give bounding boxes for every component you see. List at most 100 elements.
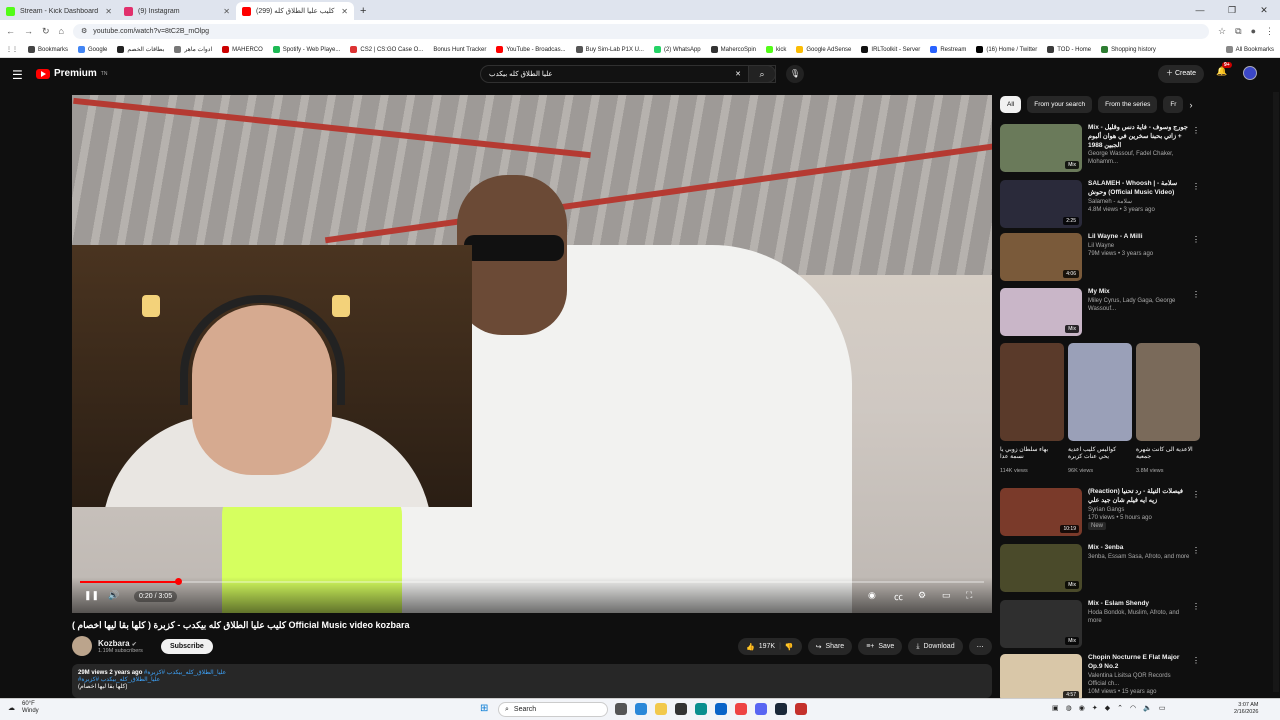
file-explorer-icon[interactable] bbox=[655, 703, 667, 715]
save-button[interactable]: ≡+ Save bbox=[858, 638, 903, 655]
thumbs-down-icon[interactable]: 👎 bbox=[785, 643, 794, 651]
tray-app-icon[interactable]: ◉ bbox=[1079, 704, 1085, 712]
autoplay-toggle-icon[interactable]: ◉ bbox=[868, 590, 876, 601]
bookmark-item[interactable]: Bookmarks bbox=[28, 46, 68, 53]
bookmark-item[interactable]: Shopping history bbox=[1101, 46, 1156, 53]
more-vertical-icon[interactable]: ⋮ bbox=[1192, 126, 1200, 137]
outlook-icon[interactable] bbox=[715, 703, 727, 715]
bookmark-item[interactable]: Bonus Hunt Tracker bbox=[433, 47, 486, 53]
weather-widget[interactable]: 60°F Windy bbox=[22, 701, 39, 715]
hamburger-menu-icon[interactable]: ☰ bbox=[12, 68, 23, 82]
back-icon[interactable]: ← bbox=[6, 26, 15, 36]
bookmark-item[interactable]: بطاقات الخصم bbox=[117, 46, 164, 53]
recommendation-title[interactable]: SALAMEH - Whoosh | سلامة - وحوش (Officia… bbox=[1088, 180, 1190, 198]
short-title[interactable]: الاعدية الى كانت شهرة جمعية bbox=[1136, 446, 1196, 460]
like-button[interactable]: 👍 197K | 👎 bbox=[738, 638, 802, 655]
short-title[interactable]: كواليس كليب اعدية يحي عنات كزبرة bbox=[1068, 446, 1128, 460]
bookmark-star-icon[interactable]: ☆ bbox=[1218, 26, 1226, 37]
description-box[interactable]: 29M views 2 years ago #عليا_الطلاق_كله_ب… bbox=[72, 664, 992, 698]
youtube-logo[interactable]: Premium TN bbox=[36, 68, 107, 79]
volume-icon[interactable]: 🔊 bbox=[108, 590, 119, 601]
new-tab-icon[interactable]: + bbox=[360, 5, 366, 17]
chip-from-series[interactable]: From the series bbox=[1098, 96, 1158, 113]
all-bookmarks[interactable]: All Bookmarks bbox=[1225, 46, 1274, 53]
video-thumbnail[interactable]: 10:19 bbox=[1000, 488, 1082, 536]
chevron-up-icon[interactable]: ⌃ bbox=[1117, 704, 1123, 712]
recommendation-title[interactable]: Mix - 3enba bbox=[1088, 544, 1190, 553]
bookmark-item[interactable]: Google AdSense bbox=[796, 46, 851, 53]
download-button[interactable]: ⤓ Download bbox=[908, 638, 963, 655]
settings-gear-icon[interactable]: ⚙ bbox=[918, 590, 926, 601]
bookmark-item[interactable]: YouTube - Broadcas... bbox=[496, 46, 566, 53]
fullscreen-icon[interactable]: ⛶ bbox=[966, 590, 972, 601]
video-thumbnail[interactable]: Mix bbox=[1000, 600, 1082, 648]
reload-icon[interactable]: ↻ bbox=[42, 26, 50, 37]
chip-from-search[interactable]: From your search bbox=[1027, 96, 1093, 113]
notifications-button[interactable]: 🔔 9+ bbox=[1216, 62, 1232, 77]
chevron-right-icon[interactable]: › bbox=[1189, 100, 1192, 110]
account-avatar[interactable] bbox=[1243, 66, 1257, 80]
bookmark-item[interactable]: ادوات ماهر bbox=[174, 46, 212, 53]
short-thumbnail[interactable] bbox=[1000, 343, 1064, 441]
tab-kick[interactable]: Stream - Kick Dashboard ✕ bbox=[0, 2, 118, 20]
share-button[interactable]: ↪ Share bbox=[807, 638, 853, 655]
extensions-icon[interactable]: ⧉ bbox=[1235, 26, 1241, 37]
wifi-icon[interactable]: ◠ bbox=[1130, 704, 1136, 712]
tab-instagram[interactable]: (9) Instagram ✕ bbox=[118, 2, 236, 20]
speaker-icon[interactable]: 🔈 bbox=[1143, 704, 1152, 712]
short-thumbnail[interactable] bbox=[1068, 343, 1132, 441]
more-vertical-icon[interactable]: ⋮ bbox=[1192, 235, 1200, 246]
bookmark-item[interactable]: Restream bbox=[930, 46, 966, 53]
recommendation-title[interactable]: (Reaction) فيصلات التيلة - رد تحنيا زيه … bbox=[1088, 488, 1190, 506]
video-thumbnail[interactable]: 4:57 bbox=[1000, 654, 1082, 702]
bookmark-item[interactable]: kick bbox=[766, 46, 786, 53]
tab-youtube[interactable]: كليب عليا الطلاق كله (299) ✕ bbox=[236, 2, 354, 20]
recommendation-item[interactable]: 2:25 SALAMEH - Whoosh | سلامة - وحوش (Off… bbox=[1000, 180, 1200, 232]
profile-icon[interactable]: ● bbox=[1251, 26, 1256, 36]
edge-icon[interactable] bbox=[695, 703, 707, 715]
close-tab-icon[interactable]: ✕ bbox=[223, 7, 230, 16]
short-thumbnail[interactable] bbox=[1136, 343, 1200, 441]
clock[interactable]: 3:07 AM 2/16/2026 bbox=[1234, 702, 1258, 716]
bookmark-item[interactable]: Google bbox=[78, 46, 107, 53]
apps-icon[interactable]: ⋮⋮ bbox=[6, 46, 18, 53]
bookmark-item[interactable]: IRLToolkit - Server bbox=[861, 46, 920, 53]
recommendation-item[interactable]: Mix Mix - Eslam Shendy Hoda Bondok, Muslim… bbox=[1000, 600, 1200, 652]
short-title[interactable]: بهاء سلطان زوبي يا نسمة عدا bbox=[1000, 446, 1060, 460]
bookmark-item[interactable]: Buy Sim-Lab P1X U... bbox=[575, 46, 644, 53]
bookmark-item[interactable]: MahercoSpin bbox=[710, 46, 756, 53]
video-thumbnail[interactable]: Mix bbox=[1000, 124, 1082, 172]
progress-bar[interactable] bbox=[80, 578, 984, 585]
discord-icon[interactable] bbox=[755, 703, 767, 715]
widgets-icon[interactable] bbox=[635, 703, 647, 715]
search-input[interactable]: عليا الطلاق كله بيكدب ✕ bbox=[480, 65, 776, 83]
chip-more[interactable]: Fr bbox=[1163, 96, 1184, 113]
more-vertical-icon[interactable]: ⋮ bbox=[1192, 546, 1200, 557]
tray-app-icon[interactable]: ◆ bbox=[1105, 704, 1110, 712]
url-field[interactable]: ⚙ youtube.com/watch?v=8tC2B_mOlpg bbox=[72, 23, 1210, 39]
steam-icon[interactable] bbox=[775, 703, 787, 715]
windows-start-icon[interactable]: ⊞ bbox=[480, 703, 488, 714]
video-thumbnail[interactable]: Mix bbox=[1000, 544, 1082, 592]
site-info-icon[interactable]: ⚙ bbox=[81, 27, 87, 35]
recommendation-item[interactable]: Mix Mix - جورج وسوف - فاية دنس وقليل + زا… bbox=[1000, 124, 1200, 176]
bookmark-item[interactable]: TOD - Home bbox=[1047, 46, 1091, 53]
subscribe-button[interactable]: Subscribe bbox=[160, 638, 213, 654]
more-vertical-icon[interactable]: ⋮ bbox=[1192, 602, 1200, 613]
more-vertical-icon[interactable]: ⋮ bbox=[1192, 182, 1200, 193]
home-icon[interactable]: ⌂ bbox=[59, 26, 64, 36]
bookmark-item[interactable]: (2) WhatsApp bbox=[653, 46, 701, 53]
close-window-icon[interactable]: ✕ bbox=[1248, 5, 1280, 16]
recommendation-item[interactable]: Mix Mix - 3enba 3enba, Essam Sasa, Afroto,… bbox=[1000, 544, 1200, 596]
task-view-icon[interactable] bbox=[615, 703, 627, 715]
theater-mode-icon[interactable]: ▭ bbox=[942, 590, 951, 601]
recommendation-title[interactable]: Mix - جورج وسوف - فاية دنس وقليل + زاتي … bbox=[1088, 124, 1190, 150]
maximize-icon[interactable]: ❐ bbox=[1216, 5, 1248, 16]
tray-app-icon[interactable]: ▣ bbox=[1052, 704, 1059, 712]
chip-all[interactable]: All bbox=[1000, 96, 1022, 113]
app-icon[interactable] bbox=[795, 703, 807, 715]
video-player[interactable]: ❚❚ 🔊 0:20 / 3:05 ◉ ㏄ ⚙ ▭ ⛶ bbox=[72, 95, 992, 613]
recommendation-title[interactable]: Mix - Eslam Shendy bbox=[1088, 600, 1190, 609]
more-vertical-icon[interactable]: ⋮ bbox=[1192, 656, 1200, 667]
bookmark-item[interactable]: MAHERCO bbox=[222, 46, 263, 53]
